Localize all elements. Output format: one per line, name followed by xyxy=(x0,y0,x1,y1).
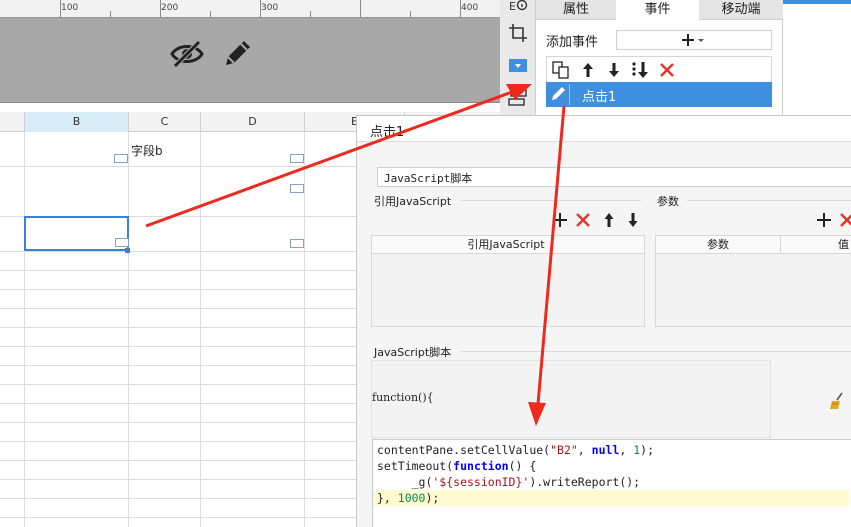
code-token: function xyxy=(453,459,509,473)
event-dialog: 点击1 JavaScript脚本 引用JavaScript 引用JavaScri… xyxy=(356,115,851,527)
widget-design-strip xyxy=(0,18,500,103)
move-down-icon[interactable] xyxy=(624,211,642,229)
edit-pencil-icon[interactable] xyxy=(548,84,568,104)
format-broom-icon[interactable] xyxy=(829,392,849,410)
code-line-1: contentPane.setCellValue("B2", null, 1); xyxy=(377,442,851,458)
event-toolbar xyxy=(546,56,772,82)
params-name-column-header: 参数 xyxy=(656,236,781,254)
tab-events[interactable]: 事件 xyxy=(616,0,699,20)
code-line-4: }, 1000); xyxy=(373,490,849,506)
code-token: }, xyxy=(377,491,398,505)
script-type-value: JavaScript脚本 xyxy=(384,172,473,185)
ref-js-section-label: 引用JavaScript xyxy=(374,195,452,208)
info-edit-icon[interactable]: E xyxy=(508,0,528,16)
code-token: , xyxy=(619,443,634,457)
js-script-section-label: JavaScript脚本 xyxy=(374,346,452,359)
code-token: ); xyxy=(640,443,655,457)
ruler-mark-200: 200 xyxy=(161,3,179,13)
widget-marker xyxy=(114,154,128,163)
tab-properties[interactable]: 属性 xyxy=(536,0,616,20)
code-token: () { xyxy=(508,459,537,473)
crop-icon[interactable] xyxy=(508,23,528,43)
widget-marker xyxy=(115,238,129,247)
params-list[interactable]: 参数 值 xyxy=(655,235,851,327)
svg-text:E: E xyxy=(509,0,516,13)
js-code-editor[interactable]: contentPane.setCellValue("B2", null, 1);… xyxy=(372,439,851,527)
code-line-3: _g('${sessionID}').writeReport(); xyxy=(377,474,851,490)
code-token: contentPane.setCellValue( xyxy=(377,443,551,457)
params-value-column-header: 值 xyxy=(838,238,849,251)
widget-marker xyxy=(290,154,304,163)
move-bottom-icon[interactable] xyxy=(630,60,650,80)
pencil-icon[interactable] xyxy=(221,38,253,70)
delete-icon[interactable] xyxy=(657,60,677,80)
add-event-button[interactable] xyxy=(616,30,772,50)
script-type-select[interactable]: JavaScript脚本 xyxy=(377,167,851,187)
layers-icon[interactable] xyxy=(508,88,528,108)
code-token: _g( xyxy=(377,475,433,489)
ref-js-column-header: 引用JavaScript xyxy=(467,238,545,251)
cell-c2[interactable]: 字段b xyxy=(131,142,163,159)
side-toolbar: E xyxy=(500,0,536,115)
code-token: setTimeout( xyxy=(377,459,454,473)
code-token: '${sessionID}' xyxy=(432,475,530,489)
code-token: , xyxy=(577,443,592,457)
ruler-mark-300: 300 xyxy=(261,3,279,13)
column-header-c[interactable]: C xyxy=(129,112,201,132)
move-up-icon[interactable] xyxy=(600,211,618,229)
ruler-mark-400: 400 xyxy=(461,3,479,13)
code-token: null xyxy=(591,443,620,457)
selected-cell-b4[interactable] xyxy=(24,216,129,251)
delete-icon[interactable] xyxy=(838,211,851,229)
column-header-d[interactable]: D xyxy=(201,112,305,132)
ruler: 100 200 300 400 xyxy=(0,0,500,18)
property-panel: 属性 事件 移动端 添加事件 点击1 xyxy=(536,0,783,115)
ref-js-list[interactable]: 引用JavaScript xyxy=(371,235,645,327)
column-header-b[interactable]: B xyxy=(25,112,129,132)
code-line-2: setTimeout(function() { xyxy=(377,458,851,474)
code-token: 1000 xyxy=(397,491,426,505)
event-item[interactable]: 点击1 xyxy=(546,82,772,107)
widget-marker xyxy=(290,184,304,193)
accent-strip xyxy=(783,0,851,4)
params-section-label: 参数 xyxy=(657,195,679,208)
add-event-label: 添加事件 xyxy=(546,35,599,50)
ruler-mark-100: 100 xyxy=(61,3,79,13)
add-icon[interactable] xyxy=(551,211,569,229)
code-token: ).writeReport(); xyxy=(529,475,641,489)
add-dropdown-icon xyxy=(682,34,704,46)
dialog-title: 点击1 xyxy=(370,125,405,140)
dialog-title-bar: 点击1 xyxy=(357,116,851,142)
dropdown-widget-icon[interactable] xyxy=(508,56,528,76)
move-up-icon[interactable] xyxy=(578,60,598,80)
code-token: "B2" xyxy=(550,443,578,457)
widget-marker xyxy=(290,239,304,248)
eye-hidden-icon[interactable] xyxy=(169,38,205,70)
move-down-icon[interactable] xyxy=(604,60,624,80)
add-icon[interactable] xyxy=(815,211,833,229)
event-item-label: 点击1 xyxy=(582,90,617,105)
panel-tabs: 属性 事件 移动端 xyxy=(536,0,783,20)
code-token: ); xyxy=(425,491,440,505)
function-header: function(){ xyxy=(372,391,434,404)
fill-handle[interactable] xyxy=(125,248,130,253)
copy-icon[interactable] xyxy=(551,60,571,80)
tab-mobile[interactable]: 移动端 xyxy=(699,0,783,20)
delete-icon[interactable] xyxy=(574,211,592,229)
